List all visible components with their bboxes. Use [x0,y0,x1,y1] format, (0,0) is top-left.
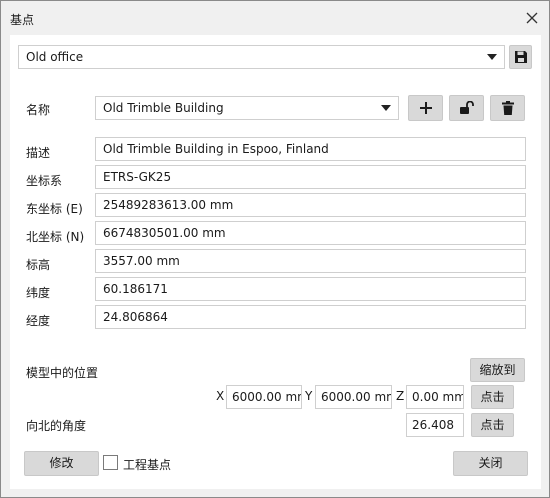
content-panel: Old office 名称 Old Trimble Building 描述 Ol… [10,35,541,489]
northing-field[interactable]: 6674830501.00 mm [95,221,526,245]
x-label: X [216,389,225,403]
add-basepoint-button[interactable] [408,95,443,121]
close-window-button[interactable] [521,7,543,29]
unlock-icon [459,101,474,114]
chevron-down-icon [381,105,391,111]
y-position-field[interactable]: 6000.00 mm [315,385,392,409]
title-bar: 基点 [1,1,549,35]
model-position-label: 模型中的位置 [26,366,99,380]
project-basepoint-checkbox[interactable] [103,455,118,470]
latitude-field[interactable]: 60.186171 [95,277,526,301]
latitude-label: 纬度 [26,286,51,300]
z-position-field[interactable]: 0.00 mm [406,385,464,409]
elevation-field[interactable]: 3557.00 mm [95,249,526,273]
longitude-label: 经度 [26,314,51,328]
preset-select[interactable]: Old office [18,45,505,69]
zoom-to-button[interactable]: 缩放到 [470,358,525,382]
easting-label: 东坐标 (E) [26,202,83,216]
window-title: 基点 [10,13,35,27]
elevation-label: 标高 [26,258,51,272]
project-basepoint-label: 工程基点 [123,458,172,472]
coordinate-system-label: 坐标系 [26,174,63,188]
easting-field[interactable]: 25489283613.00 mm [95,193,526,217]
x-position-field[interactable]: 6000.00 mm [226,385,302,409]
description-label: 描述 [26,146,51,160]
y-label: Y [305,389,313,403]
delete-basepoint-button[interactable] [490,95,525,121]
modify-button[interactable]: 修改 [24,451,99,476]
description-field[interactable]: Old Trimble Building in Espoo, Finland [95,137,526,161]
north-angle-field[interactable]: 26.408 [406,413,464,437]
pick-position-button[interactable]: 点击 [471,385,514,409]
north-angle-label: 向北的角度 [26,419,87,433]
plus-icon [419,102,432,114]
northing-label: 北坐标 (N) [26,230,85,244]
name-label: 名称 [26,103,51,117]
chevron-down-icon [487,54,497,60]
trash-icon [501,101,514,115]
pick-north-angle-button[interactable]: 点击 [471,413,514,437]
basepoint-dialog: 基点 Old office 名称 Old Trimble Building 描述… [0,0,550,498]
save-icon [514,51,527,63]
preset-select-value: Old office [26,50,84,64]
name-select[interactable]: Old Trimble Building [95,96,399,120]
name-select-value: Old Trimble Building [103,101,224,115]
close-button[interactable]: 关闭 [453,451,528,476]
save-preset-button[interactable] [509,45,532,69]
longitude-field[interactable]: 24.806864 [95,305,526,329]
coordinate-system-field[interactable]: ETRS-GK25 [95,165,526,189]
z-label: Z [396,389,405,403]
lock-basepoint-button[interactable] [449,95,484,121]
close-icon [526,12,538,24]
